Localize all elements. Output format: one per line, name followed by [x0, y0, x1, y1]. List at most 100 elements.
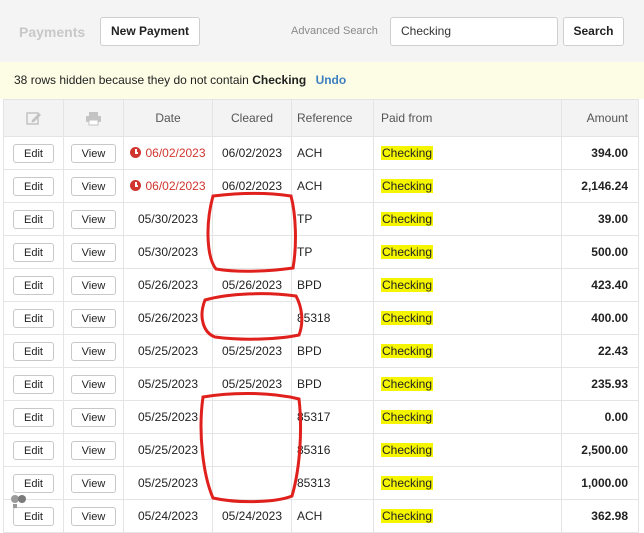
paid-from-cell: Checking: [373, 466, 562, 500]
edit-cell: Edit: [3, 367, 64, 401]
table-row: Edit View 05/30/2023 TP Checking 500.00: [3, 235, 639, 269]
edit-button[interactable]: Edit: [13, 341, 54, 361]
table-row: Edit View 06/02/2023 06/02/2023 ACH Checking 3…: [3, 136, 639, 170]
amount-cell: 362.98: [561, 499, 639, 533]
cleared-cell: [212, 466, 292, 500]
clock-icon: [130, 180, 142, 191]
cleared-cell: 05/25/2023: [212, 367, 292, 401]
payments-table: Date Cleared Reference Paid from Amount …: [3, 99, 639, 533]
edit-button[interactable]: Edit: [13, 440, 54, 460]
view-button[interactable]: View: [71, 176, 116, 196]
date-value: 05/26/2023: [137, 311, 199, 325]
paid-from-highlight: Checking: [381, 212, 434, 226]
date-value: 05/30/2023: [137, 212, 199, 226]
view-cell: View: [63, 301, 124, 335]
view-button[interactable]: View: [71, 143, 116, 163]
cleared-cell: [212, 202, 292, 236]
view-button[interactable]: View: [71, 506, 116, 526]
reference-cell: BPD: [291, 334, 374, 368]
paid-from-cell: Checking: [373, 202, 562, 236]
advanced-search-link[interactable]: Advanced Search: [291, 25, 378, 37]
amount-cell: 1,000.00: [561, 466, 639, 500]
edit-column-header: [3, 99, 64, 137]
view-cell: View: [63, 466, 124, 500]
edit-button[interactable]: Edit: [13, 506, 54, 526]
print-icon: [86, 111, 101, 126]
edit-button[interactable]: Edit: [13, 143, 54, 163]
chat-bubble-icon[interactable]: [10, 494, 28, 508]
view-button[interactable]: View: [71, 209, 116, 229]
edit-button[interactable]: Edit: [13, 242, 54, 262]
date-cell: 05/25/2023: [123, 334, 213, 368]
edit-button[interactable]: Edit: [13, 176, 54, 196]
edit-button[interactable]: Edit: [13, 308, 54, 328]
date-cell: 05/30/2023: [123, 202, 213, 236]
table-row: Edit View 05/25/2023 05/25/2023 BPD Checking 2…: [3, 334, 639, 368]
reference-cell: ACH: [291, 169, 374, 203]
date-column-header[interactable]: Date: [123, 99, 213, 137]
notice-message: rows hidden because they do not contain: [30, 73, 249, 87]
view-button[interactable]: View: [71, 473, 116, 493]
table-row: Edit View 05/26/2023 85318 Checking 400.00: [3, 301, 639, 335]
edit-cell: Edit: [3, 235, 64, 269]
notice-keyword: Checking: [252, 73, 307, 87]
view-button[interactable]: View: [71, 440, 116, 460]
date-value: 05/25/2023: [137, 410, 199, 424]
amount-cell: 400.00: [561, 301, 639, 335]
view-cell: View: [63, 136, 124, 170]
view-cell: View: [63, 235, 124, 269]
filter-notice: 38 rows hidden because they do not conta…: [0, 62, 644, 99]
paid-from-column-header[interactable]: Paid from: [373, 99, 562, 137]
cleared-cell: 06/02/2023: [212, 169, 292, 203]
reference-cell: 85313: [291, 466, 374, 500]
amount-cell: 235.93: [561, 367, 639, 401]
edit-button[interactable]: Edit: [13, 275, 54, 295]
paid-from-highlight: Checking: [381, 146, 434, 160]
view-button[interactable]: View: [71, 374, 116, 394]
date-value: 05/25/2023: [137, 344, 199, 358]
hidden-rows-count: 38: [14, 73, 28, 87]
edit-button[interactable]: Edit: [13, 473, 54, 493]
paid-from-cell: Checking: [373, 235, 562, 269]
paid-from-cell: Checking: [373, 268, 562, 302]
cleared-cell: 05/26/2023: [212, 268, 292, 302]
edit-button[interactable]: Edit: [13, 407, 54, 427]
reference-cell: 85317: [291, 400, 374, 434]
paid-from-highlight: Checking: [381, 476, 434, 490]
date-cell: 05/25/2023: [123, 466, 213, 500]
amount-column-header[interactable]: Amount: [561, 99, 639, 137]
view-button[interactable]: View: [71, 341, 116, 361]
cleared-cell: 05/24/2023: [212, 499, 292, 533]
date-value: 05/25/2023: [137, 377, 199, 391]
table-row: Edit View 05/25/2023 85316 Checking 2,500.00: [3, 433, 639, 467]
search-button[interactable]: Search: [563, 17, 624, 46]
clock-icon: [130, 147, 142, 158]
view-button[interactable]: View: [71, 242, 116, 262]
print-column-header: [63, 99, 124, 137]
view-button[interactable]: View: [71, 275, 116, 295]
view-button[interactable]: View: [71, 407, 116, 427]
date-cell: 05/30/2023: [123, 235, 213, 269]
reference-cell: TP: [291, 235, 374, 269]
view-cell: View: [63, 433, 124, 467]
paid-from-highlight: Checking: [381, 377, 434, 391]
undo-link[interactable]: Undo: [316, 73, 347, 87]
view-cell: View: [63, 334, 124, 368]
date-value: 05/25/2023: [137, 443, 199, 457]
cleared-column-header[interactable]: Cleared: [212, 99, 292, 137]
edit-button[interactable]: Edit: [13, 374, 54, 394]
table-row: Edit View 05/25/2023 05/25/2023 BPD Checking 2…: [3, 367, 639, 401]
paid-from-cell: Checking: [373, 334, 562, 368]
reference-column-header[interactable]: Reference: [291, 99, 374, 137]
view-cell: View: [63, 169, 124, 203]
paid-from-cell: Checking: [373, 499, 562, 533]
amount-cell: 22.43: [561, 334, 639, 368]
search-input[interactable]: Checking: [390, 17, 558, 46]
paid-from-highlight: Checking: [381, 410, 434, 424]
edit-button[interactable]: Edit: [13, 209, 54, 229]
table-row: Edit View 05/30/2023 TP Checking 39.00: [3, 202, 639, 236]
view-button[interactable]: View: [71, 308, 116, 328]
new-payment-button[interactable]: New Payment: [100, 17, 200, 46]
view-cell: View: [63, 268, 124, 302]
paid-from-highlight: Checking: [381, 278, 434, 292]
